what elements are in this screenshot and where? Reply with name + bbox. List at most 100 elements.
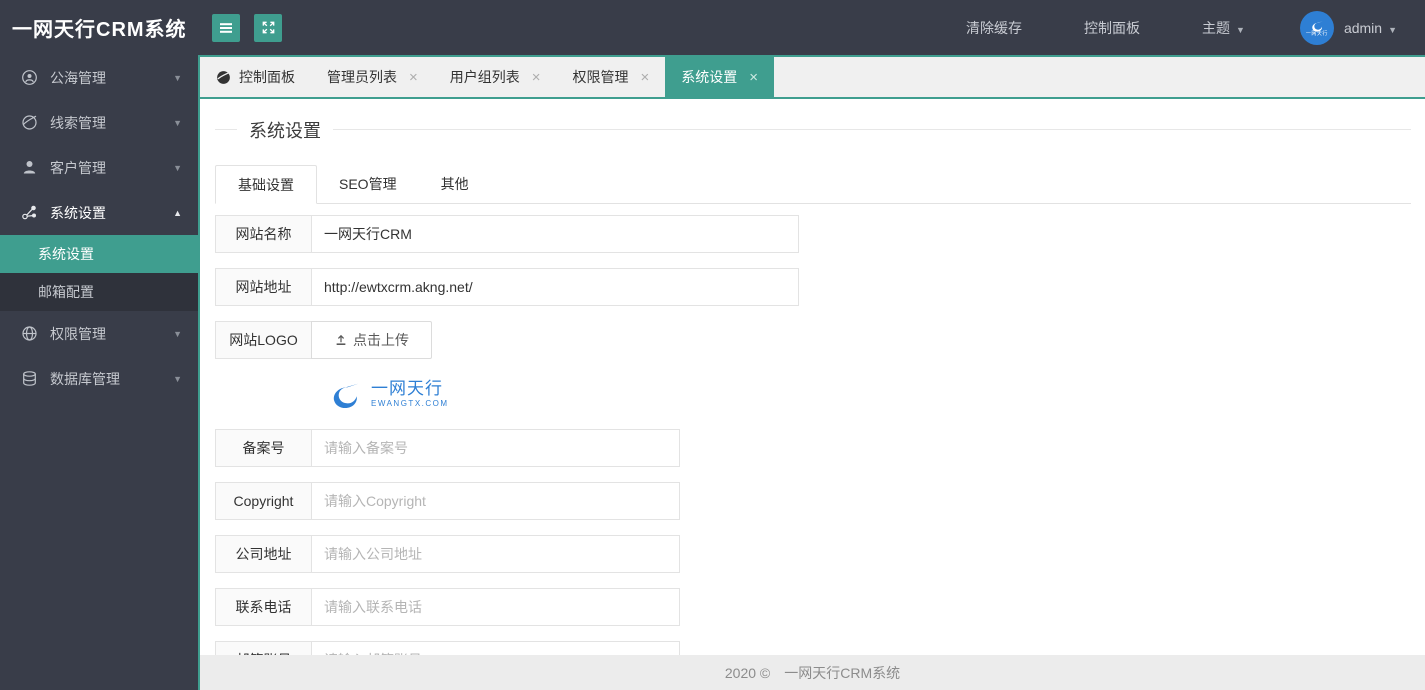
sidebar-item-label: 数据库管理 <box>50 370 120 387</box>
sidebar-item-label: 线索管理 <box>50 114 106 131</box>
site-logo-label: 网站LOGO <box>215 321 312 359</box>
chevron-down-icon: ▼ <box>173 117 182 128</box>
site-name-label: 网站名称 <box>215 215 312 253</box>
caret-down-icon: ▼ <box>1388 24 1397 35</box>
sidebar-item-permissions[interactable]: 权限管理 ▼ <box>0 311 198 356</box>
tab-label: 控制面板 <box>239 69 295 85</box>
settings-tabs: 基础设置 SEO管理 其他 <box>215 165 1411 204</box>
sidebar-item-label: 权限管理 <box>50 325 106 342</box>
tab-label: 权限管理 <box>572 69 629 85</box>
top-header: 一网天行CRM系统 清除缓存 控制面板 主题 ▼ 一网天行 admin ▼ <box>0 0 1425 55</box>
tab-permissions[interactable]: 权限管理 × <box>557 57 666 97</box>
tab-admin-list[interactable]: 管理员列表 × <box>311 57 434 97</box>
database-icon <box>20 370 38 387</box>
chevron-down-icon: ▼ <box>173 72 182 83</box>
close-icon[interactable]: × <box>409 70 418 85</box>
form-row-contact-phone: 联系电话 <box>215 588 1411 626</box>
copyright-label: Copyright <box>215 482 312 520</box>
fullscreen-icon <box>262 21 274 34</box>
chevron-down-icon: ▼ <box>173 373 182 384</box>
sidebar-subitem-mail-config[interactable]: 邮箱配置 <box>0 273 198 311</box>
clear-cache-link[interactable]: 清除缓存 <box>966 18 1022 38</box>
logo-subtitle: EWANGTX.COM <box>371 398 449 408</box>
tab-label: 系统设置 <box>681 69 738 85</box>
content-panel: 系统设置 基础设置 SEO管理 其他 网站名称 网站地址 网站LOGO <box>200 99 1425 655</box>
tab-seo[interactable]: SEO管理 <box>317 165 419 203</box>
close-icon[interactable]: × <box>532 70 541 85</box>
tab-control-panel[interactable]: 控制面板 <box>200 57 311 97</box>
hamburger-icon <box>220 22 232 33</box>
form-row-site-name: 网站名称 <box>215 215 1411 253</box>
close-icon[interactable]: × <box>749 70 758 85</box>
avatar-logo-icon <box>1312 20 1323 32</box>
main-area: 控制面板 管理员列表 × 用户组列表 × 权限管理 × 系统设置 × 系统设置 … <box>198 55 1425 690</box>
page-title: 系统设置 <box>249 120 321 141</box>
divider <box>333 129 1411 130</box>
sidebar-subitem-system-settings[interactable]: 系统设置 <box>0 235 198 273</box>
chevron-down-icon: ▼ <box>173 328 182 339</box>
header-right-nav: 清除缓存 控制面板 主题 ▼ 一网天行 admin ▼ <box>904 10 1425 45</box>
window-tabbar: 控制面板 管理员列表 × 用户组列表 × 权限管理 × 系统设置 × <box>200 55 1425 99</box>
theme-label: 主题 <box>1202 19 1231 36</box>
avatar[interactable]: 一网天行 <box>1299 10 1334 45</box>
chevron-up-icon: ▲ <box>173 207 182 218</box>
form-row-email-account: 邮箱账号 <box>215 641 1411 655</box>
upload-button-label: 点击上传 <box>353 332 409 348</box>
sidebar-subitem-label: 系统设置 <box>38 246 94 262</box>
caret-down-icon: ▼ <box>1236 24 1245 35</box>
logo-title: 一网天行 <box>371 378 443 398</box>
sidebar-item-label: 客户管理 <box>50 159 106 176</box>
theme-dropdown[interactable]: 主题 ▼ <box>1202 18 1245 38</box>
globe-swoosh-icon <box>20 114 38 131</box>
user-menu[interactable]: admin ▼ <box>1344 20 1397 36</box>
form-row-site-url: 网站地址 <box>215 268 1411 306</box>
nodes-icon <box>20 204 38 221</box>
site-url-input[interactable] <box>311 268 799 306</box>
collapse-sidebar-button[interactable] <box>212 13 240 42</box>
sidebar-item-database[interactable]: 数据库管理 ▼ <box>0 356 198 401</box>
chevron-down-icon: ▼ <box>173 162 182 173</box>
globe-icon <box>216 70 231 85</box>
close-icon[interactable]: × <box>641 70 650 85</box>
email-account-input[interactable] <box>311 641 680 655</box>
settings-form: 网站名称 网站地址 网站LOGO 点击上传 <box>215 215 1411 655</box>
tab-other[interactable]: 其他 <box>419 165 491 203</box>
upload-button[interactable]: 点击上传 <box>311 321 432 359</box>
app-title: 一网天行CRM系统 <box>12 19 187 41</box>
user-name: admin <box>1343 19 1383 36</box>
form-row-icp: 备案号 <box>215 429 1411 467</box>
sidebar-subitem-label: 邮箱配置 <box>38 284 94 300</box>
contact-phone-input[interactable] <box>311 588 680 626</box>
logo-wordmark: 一网天行 EWANGTX.COM <box>371 379 449 408</box>
tab-label: 管理员列表 <box>327 69 397 85</box>
form-row-site-logo: 网站LOGO 点击上传 <box>215 321 1411 359</box>
sidebar-item-label: 系统设置 <box>50 204 106 221</box>
icp-input[interactable] <box>311 429 680 467</box>
tab-user-group-list[interactable]: 用户组列表 × <box>434 57 557 97</box>
sidebar-item-customers[interactable]: 客户管理 ▼ <box>0 145 198 190</box>
form-row-copyright: Copyright <box>215 482 1411 520</box>
user-icon <box>20 159 38 176</box>
sidebar-item-public-sea[interactable]: 公海管理 ▼ <box>0 55 198 100</box>
email-account-label: 邮箱账号 <box>215 641 312 655</box>
control-panel-link[interactable]: 控制面板 <box>1084 18 1140 38</box>
copyright-input[interactable] <box>311 482 680 520</box>
sidebar-item-leads[interactable]: 线索管理 ▼ <box>0 100 198 145</box>
company-address-label: 公司地址 <box>215 535 312 573</box>
tab-system-settings[interactable]: 系统设置 × <box>665 57 775 97</box>
fullscreen-button[interactable] <box>254 13 282 42</box>
company-logo-icon <box>333 383 359 408</box>
sidebar-item-label: 公海管理 <box>50 69 106 86</box>
site-url-label: 网站地址 <box>215 268 312 306</box>
logo-preview: 一网天行 EWANGTX.COM <box>327 374 1411 412</box>
page-title-row: 系统设置 <box>215 117 1411 142</box>
sidebar: 公海管理 ▼ 线索管理 ▼ 客户管理 ▼ 系统设置 ▲ 系统设置 邮箱配置 权限… <box>0 55 198 690</box>
upload-icon <box>336 334 346 345</box>
site-name-input[interactable] <box>311 215 799 253</box>
sidebar-item-system-settings[interactable]: 系统设置 ▲ <box>0 190 198 235</box>
company-address-input[interactable] <box>311 535 680 573</box>
icp-label: 备案号 <box>215 429 312 467</box>
tab-basic-settings[interactable]: 基础设置 <box>215 165 317 204</box>
contact-phone-label: 联系电话 <box>215 588 312 626</box>
divider <box>215 129 237 130</box>
